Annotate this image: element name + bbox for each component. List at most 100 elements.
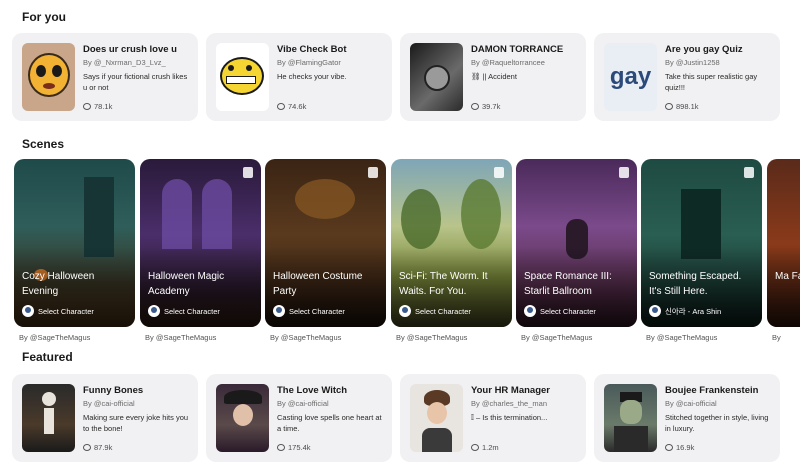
scene-card[interactable]: Cozy Halloween Evening Select Character … [14,159,135,342]
user-avatar-icon [148,305,160,317]
scenes-row: Cozy Halloween Evening Select Character … [14,159,800,345]
scene-title: Something Escaped. It's Still Here. [649,271,742,297]
bookmark-icon[interactable] [368,167,378,178]
select-character-button[interactable]: 신아라 - Ara Shin [649,305,721,317]
select-character-button[interactable]: Select Character [399,305,471,317]
character-card[interactable]: Boujee Frankenstein By @cai-official Sti… [594,374,780,462]
select-character-button[interactable]: Select Character [22,305,94,317]
scene-title: Sci-Fi: The Worm. It Waits. For You. [399,271,488,297]
character-avatar [410,384,463,452]
bookmark-icon[interactable] [243,167,253,178]
character-card[interactable]: gay Are you gay Quiz By @Justin1258 Take… [594,33,780,121]
character-avatar: gay [604,43,657,111]
scene-title: Space Romance III: Starlit Ballroom [524,271,612,297]
character-description: Casting love spells one heart at a time. [277,413,382,433]
chat-bubble-icon [665,103,673,110]
character-author: By @Raqueltorrancee [471,58,545,67]
chat-bubble-icon [471,103,479,110]
character-name: Does ur crush love u [83,44,177,55]
section-title-scenes: Scenes [22,137,65,151]
chat-count: 78.1k [83,102,190,111]
character-card[interactable]: The Love Witch By @cai-official Casting … [206,374,392,462]
character-avatar [216,43,269,111]
scene-author: By @SageTheMagus [270,333,342,342]
scene-card[interactable]: Halloween Costume Party Select Character… [265,159,386,342]
chat-bubble-icon [471,444,479,451]
character-author: By @Justin1258 [665,58,720,67]
character-author: By @cai-official [83,399,135,408]
scene-card[interactable]: Sci-Fi: The Worm. It Waits. For You. Sel… [391,159,512,342]
scene-author: By [772,333,781,342]
select-character-button[interactable]: Select Character [148,305,220,317]
character-card[interactable]: Does ur crush love u By @_Nxrman_D3_Lvz_… [12,33,198,121]
chat-count: 1.2m [471,443,550,452]
chat-bubble-icon [83,444,91,451]
chat-count: 74.6k [277,102,347,111]
scene-card[interactable]: Halloween Magic Academy Select Character… [140,159,261,342]
character-avatar [604,384,657,452]
scene-card[interactable]: Space Romance III: Starlit Ballroom Sele… [516,159,637,342]
character-avatar [216,384,269,452]
character-name: Boujee Frankenstein [665,385,759,396]
chat-bubble-icon [277,444,285,451]
character-card[interactable]: Funny Bones By @cai-official Making sure… [12,374,198,462]
character-name: Are you gay Quiz [665,44,743,55]
scene-author: By @SageTheMagus [521,333,593,342]
character-name: Vibe Check Bot [277,44,347,55]
bookmark-icon[interactable] [744,167,754,178]
scene-card[interactable]: Ma Fa By [767,159,800,342]
scene-author: By @SageTheMagus [145,333,217,342]
chat-bubble-icon [665,444,673,451]
character-description: 𝕀 – Is this termination... [471,413,548,422]
user-avatar-icon [399,305,411,317]
scene-author: By @SageTheMagus [396,333,468,342]
character-author: By @_Nxrman_D3_Lvz_ [83,58,166,67]
select-character-button[interactable]: Select Character [273,305,345,317]
section-title-featured: Featured [22,350,73,364]
user-avatar-icon [273,305,285,317]
bookmark-icon[interactable] [494,167,504,178]
character-description: Making sure every joke hits you to the b… [83,413,189,433]
chat-count: 39.7k [471,102,563,111]
chat-count: 87.9k [83,443,190,452]
character-description: He checks your vibe. [277,72,347,81]
character-author: By @cai-official [277,399,329,408]
chat-bubble-icon [83,103,91,110]
character-card[interactable]: DAMON TORRANCE By @Raqueltorrancee ⛓ || … [400,33,586,121]
character-name: Your HR Manager [471,385,551,396]
chat-count: 175.4k [277,443,384,452]
scene-author: By @SageTheMagus [646,333,718,342]
scene-card[interactable]: Something Escaped. It's Still Here. 신아라 … [641,159,762,342]
scene-title: Halloween Costume Party [273,271,363,297]
select-character-button[interactable]: Select Character [524,305,596,317]
character-author: By @FlamingGator [277,58,341,67]
chat-count: 16.9k [665,443,772,452]
for-you-row: Does ur crush love u By @_Nxrman_D3_Lvz_… [12,33,780,121]
user-avatar-icon [22,305,34,317]
character-avatar [22,384,75,452]
character-avatar [22,43,75,111]
scene-author: By @SageTheMagus [19,333,91,342]
scene-title: Ma Fa [775,271,800,282]
chat-bubble-icon [277,103,285,110]
character-author: By @cai-official [665,399,717,408]
bookmark-icon[interactable] [619,167,629,178]
character-description: Stitched together in style, living in lu… [665,413,769,433]
user-avatar-icon [524,305,536,317]
character-name: DAMON TORRANCE [471,44,564,55]
avatar-text: gay [609,63,652,90]
scene-title: Cozy Halloween Evening [22,271,95,297]
section-title-for-you: For you [22,10,66,24]
character-description: ⛓ || Accident [471,72,517,81]
user-avatar-icon [649,305,661,317]
character-card[interactable]: Vibe Check Bot By @FlamingGator He check… [206,33,392,121]
character-description: Take this super realistic gay quiz!!! [665,72,758,92]
scene-title: Halloween Magic Academy [148,271,225,297]
character-author: By @charles_the_man [471,399,547,408]
character-description: Says if your fictional crush likes u or … [83,72,188,92]
featured-row: Funny Bones By @cai-official Making sure… [12,374,780,462]
character-avatar [410,43,463,111]
character-name: Funny Bones [83,385,144,396]
character-card[interactable]: Your HR Manager By @charles_the_man 𝕀 – … [400,374,586,462]
chat-count: 898.1k [665,102,772,111]
